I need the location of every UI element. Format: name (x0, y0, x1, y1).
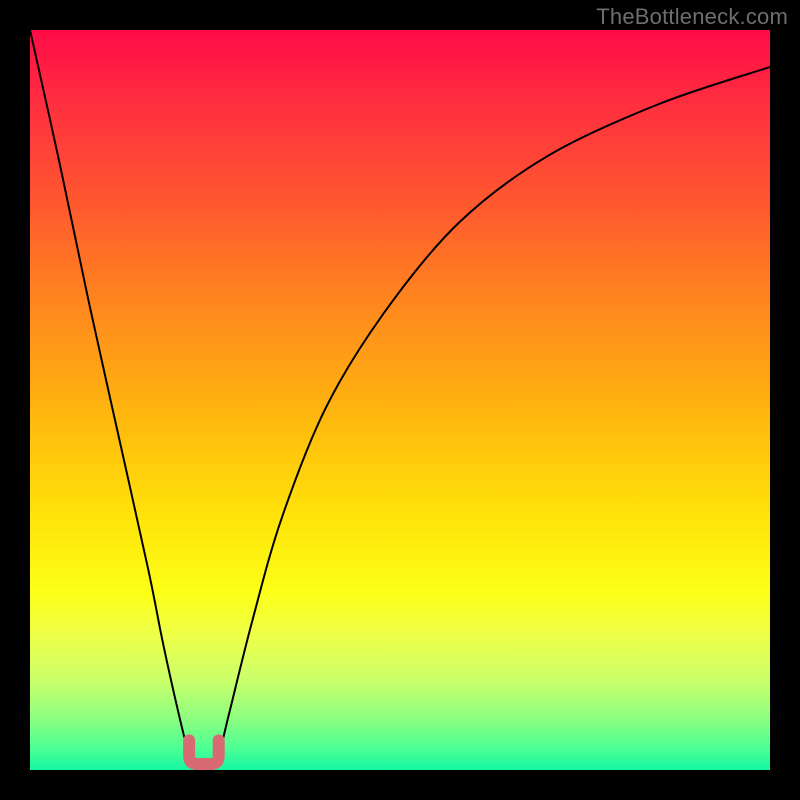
plot-area (30, 30, 770, 770)
chart-frame: TheBottleneck.com (0, 0, 800, 800)
watermark-text: TheBottleneck.com (596, 4, 788, 30)
bottleneck-curve-svg (30, 30, 770, 770)
minimum-marker (189, 740, 219, 764)
bottleneck-curve-path (30, 30, 770, 770)
